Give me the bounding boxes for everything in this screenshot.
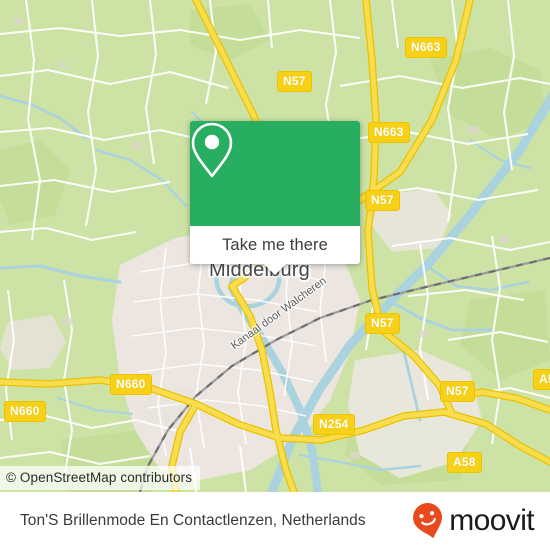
road-shield: N660 — [4, 401, 46, 422]
road-shield: N660 — [110, 374, 152, 395]
take-me-there-button[interactable]: Take me there — [190, 226, 360, 264]
road-shield: A5 — [533, 369, 550, 390]
map-canvas[interactable]: N663 N57 N663 N57 N57 N660 N660 N57 A5 N… — [0, 0, 550, 492]
take-me-there-label: Take me there — [222, 235, 328, 254]
osm-attribution: © OpenStreetMap contributors — [0, 466, 201, 490]
popup-pin-area — [190, 121, 360, 226]
moovit-wordmark: moovit — [449, 504, 534, 537]
road-shield: N57 — [277, 71, 312, 92]
moovit-logo[interactable]: moovit — [411, 502, 535, 540]
footer-bar: Ton'S Brillenmode En Contactlenzen, Neth… — [0, 492, 550, 550]
road-shield: N57 — [365, 313, 400, 334]
road-shield: N663 — [368, 122, 410, 143]
road-shield: A58 — [447, 452, 482, 473]
destination-popup[interactable]: Take me there — [190, 121, 360, 275]
moovit-map-page: N663 N57 N663 N57 N57 N660 N660 N57 A5 N… — [0, 0, 550, 550]
moovit-smiley-pin-icon — [413, 503, 443, 539]
place-title: Ton'S Brillenmode En Contactlenzen, Neth… — [20, 512, 366, 529]
road-shield: N57 — [440, 381, 475, 402]
road-shield: N663 — [405, 37, 447, 58]
popup-pointer — [264, 264, 286, 275]
road-shield: N254 — [313, 414, 355, 435]
road-shield: N57 — [365, 190, 400, 211]
map-pin-icon — [191, 122, 233, 178]
